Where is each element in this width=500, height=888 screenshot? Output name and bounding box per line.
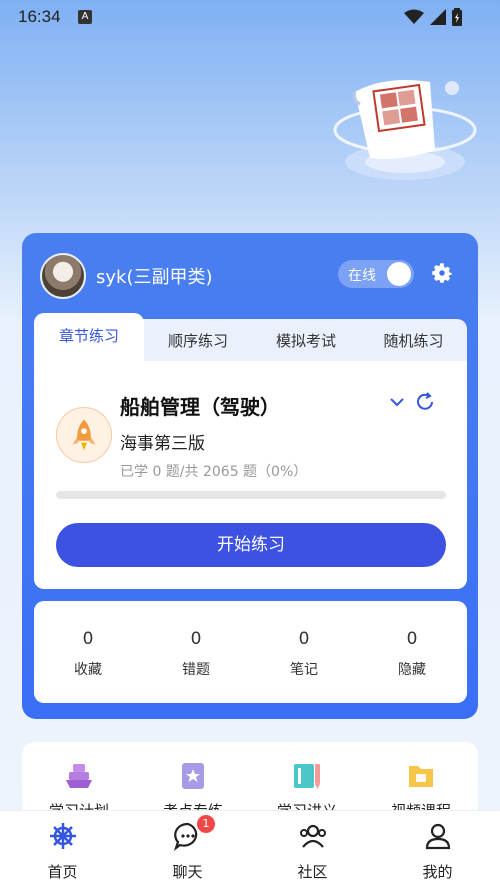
unread-badge: 1: [197, 815, 215, 833]
book-pen-icon: [294, 764, 320, 789]
folder-icon: [409, 766, 433, 787]
ship-plan-icon: [66, 764, 92, 788]
hero-scroll-illustration: [333, 79, 477, 180]
signal-icon: [430, 9, 446, 25]
stat-label: 笔记: [290, 662, 318, 678]
status-bar: 16:34 A: [0, 0, 500, 34]
online-status-label: 在线: [348, 268, 376, 284]
wifi-icon: [404, 9, 424, 24]
star-doc-icon: [182, 763, 204, 789]
subject-edition: 海事第三版: [120, 434, 205, 454]
rocket-icon: [56, 407, 112, 463]
notification-icon: A: [78, 10, 92, 24]
bottom-nav: 首页 1 聊天 社区 我的: [0, 810, 500, 888]
stat-label: 错题: [182, 662, 210, 678]
user-study-card: syk(三副甲类) 在线 章节练习 顺序练习 模拟考试 随机练习 船舶管理（驾驶…: [22, 233, 478, 719]
stat-value: 0: [406, 629, 418, 649]
progress-bar: [56, 491, 446, 499]
refresh-icon[interactable]: [414, 391, 436, 413]
nav-community[interactable]: 社区: [250, 821, 375, 882]
nav-chat[interactable]: 1 聊天: [125, 815, 250, 882]
tab-mock-exam[interactable]: 模拟考试: [252, 319, 360, 363]
nav-label: 我的: [422, 863, 453, 881]
stat-wrong-questions[interactable]: 0 错题: [142, 629, 250, 679]
stat-notes[interactable]: 0 笔记: [250, 629, 358, 679]
stat-value: 0: [82, 629, 94, 649]
status-time: 16:34: [18, 7, 61, 26]
helm-icon: [49, 823, 76, 849]
tab-chapter-practice[interactable]: 章节练习: [34, 313, 144, 363]
stat-favorites[interactable]: 0 收藏: [34, 629, 142, 679]
username: syk(三副甲类): [96, 267, 213, 288]
tab-sequential-practice[interactable]: 顺序练习: [144, 319, 252, 363]
avatar[interactable]: [40, 253, 86, 299]
stat-value: 0: [190, 629, 202, 649]
tab-random-practice[interactable]: 随机练习: [360, 319, 467, 363]
practice-tabs: 章节练习 顺序练习 模拟考试 随机练习: [34, 313, 467, 363]
stat-hidden[interactable]: 0 隐藏: [358, 629, 466, 679]
progress-text: 已学 0 题/共 2065 题（0%）: [120, 464, 308, 480]
community-icon: [299, 824, 326, 848]
profile-icon: [425, 823, 450, 850]
toggle-knob: [387, 262, 411, 286]
chevron-down-icon[interactable]: [388, 393, 406, 411]
gear-icon[interactable]: [429, 260, 455, 286]
battery-icon: [452, 8, 462, 26]
stat-label: 收藏: [74, 662, 102, 678]
nav-label: 聊天: [172, 863, 203, 881]
online-status-toggle[interactable]: 在线: [338, 260, 414, 288]
stat-value: 0: [298, 629, 310, 649]
nav-label: 社区: [297, 863, 328, 881]
stats-panel: 0 收藏 0 错题 0 笔记 0 隐藏: [34, 601, 467, 703]
start-practice-button[interactable]: 开始练习: [56, 523, 446, 567]
subject-title: 船舶管理（驾驶）: [120, 395, 280, 419]
status-icons: [404, 8, 462, 26]
nav-profile[interactable]: 我的: [375, 821, 500, 882]
nav-label: 首页: [47, 863, 78, 881]
stat-label: 隐藏: [398, 662, 426, 678]
chapter-practice-panel: 船舶管理（驾驶） 海事第三版 已学 0 题/共 2065 题（0%） 开始练习: [34, 361, 467, 589]
nav-home[interactable]: 首页: [0, 821, 125, 882]
